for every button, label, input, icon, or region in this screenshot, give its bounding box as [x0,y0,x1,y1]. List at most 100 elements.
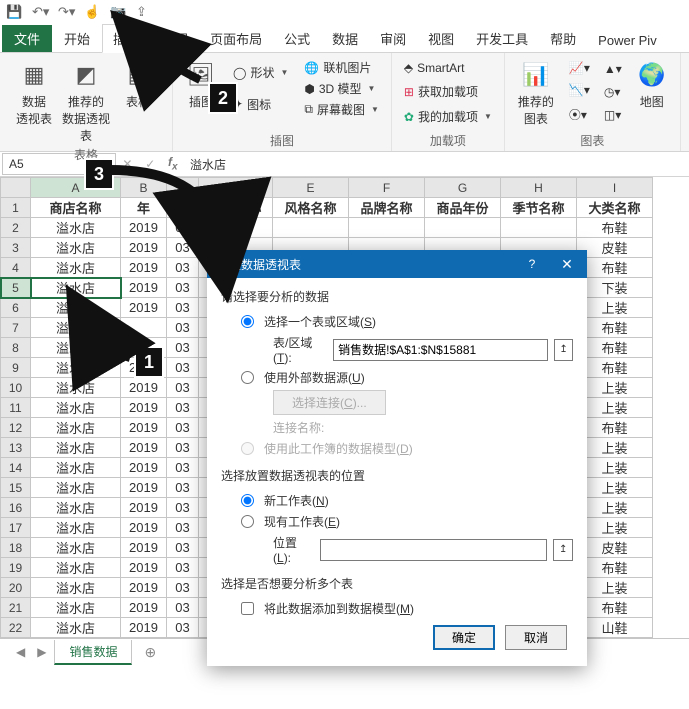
cell-I2[interactable]: 布鞋 [577,218,653,238]
redo-icon[interactable]: ↷▾ [58,4,74,20]
cell-B15[interactable]: 2019 [121,478,167,498]
cell-B16[interactable]: 2019 [121,498,167,518]
radio-external-source[interactable] [241,371,254,384]
location-collapse-button[interactable]: ↥ [553,539,573,561]
cell-A4[interactable]: 溢水店 [31,258,121,278]
cell-I7[interactable]: 布鞋 [577,318,653,338]
chart-type-3[interactable]: ⦿▾ [565,104,594,125]
online-pictures-button[interactable]: 🌐联机图片 [300,57,383,78]
undo-icon[interactable]: ↶▾ [32,4,48,20]
smartart-button[interactable]: ⬘SmartArt [400,59,496,77]
cell-A19[interactable]: 溢水店 [31,558,121,578]
tab-file[interactable]: 文件 [2,25,52,52]
dialog-title-bar[interactable]: 创建数据透视表 ? ✕ [207,250,587,278]
table-button[interactable]: ▤ 表格 [112,57,164,144]
cell-C17[interactable]: 03 [167,518,199,538]
row-header-13[interactable]: 13 [1,438,31,458]
cell-C21[interactable]: 03 [167,598,199,618]
cell-C5[interactable]: 03 [167,278,199,298]
select-all-corner[interactable] [1,178,31,198]
tab-home[interactable]: 开始 [54,25,100,52]
cell-B17[interactable]: 2019 [121,518,167,538]
tab-developer[interactable]: 开发工具 [466,25,538,52]
row-header-6[interactable]: 6 [1,298,31,318]
cell-H2[interactable] [501,218,577,238]
recommended-charts-button[interactable]: 📊 推荐的 图表 [513,57,559,127]
header-cell[interactable]: 月 [167,198,199,218]
row-header-14[interactable]: 14 [1,458,31,478]
cell-C4[interactable]: 03 [167,258,199,278]
chart-type-1[interactable]: 📈▾ [565,59,594,77]
cell-A18[interactable]: 溢水店 [31,538,121,558]
cell-B21[interactable]: 2019 [121,598,167,618]
cell-E2[interactable] [273,218,349,238]
cell-C7[interactable]: 03 [167,318,199,338]
cell-C3[interactable]: 03 [167,238,199,258]
row-header-22[interactable]: 22 [1,618,31,638]
tab-formulas[interactable]: 公式 [274,25,320,52]
cell-G2[interactable] [425,218,501,238]
cell-I18[interactable]: 皮鞋 [577,538,653,558]
cell-A3[interactable]: 溢水店 [31,238,121,258]
cell-B19[interactable]: 2019 [121,558,167,578]
row-header-10[interactable]: 10 [1,378,31,398]
cell-C18[interactable]: 03 [167,538,199,558]
row-header-20[interactable]: 20 [1,578,31,598]
cell-C8[interactable]: 03 [167,338,199,358]
cell-A17[interactable]: 溢水店 [31,518,121,538]
tab-help[interactable]: 帮助 [540,25,586,52]
range-input[interactable] [333,339,548,361]
tab-page-layout[interactable]: 页面布局 [200,25,272,52]
cell-I4[interactable]: 布鞋 [577,258,653,278]
cell-A15[interactable]: 溢水店 [31,478,121,498]
cell-B13[interactable]: 2019 [121,438,167,458]
cell-A21[interactable]: 溢水店 [31,598,121,618]
sheet-nav-prev[interactable]: ◀ [12,645,29,659]
cell-B20[interactable]: 2019 [121,578,167,598]
chart-type-4[interactable]: ▲▾ [600,60,626,78]
col-header-H[interactable]: H [501,178,577,198]
chart-type-5[interactable]: ◷▾ [600,83,626,101]
sheet-nav-next[interactable]: ▶ [33,645,50,659]
cell-B11[interactable]: 2019 [121,398,167,418]
cell-A22[interactable]: 溢水店 [31,618,121,638]
add-sheet-button[interactable]: ⊕ [136,644,164,661]
cell-I12[interactable]: 布鞋 [577,418,653,438]
cell-I6[interactable]: 上装 [577,298,653,318]
shapes-button[interactable]: ◯形状▼ [229,62,292,83]
chart-type-6[interactable]: ◫▾ [600,106,626,124]
cell-I21[interactable]: 布鞋 [577,598,653,618]
row-header-5[interactable]: 5 [1,278,31,298]
cell-C20[interactable]: 03 [167,578,199,598]
location-input[interactable] [320,539,547,561]
icons-button[interactable]: ✦图标 [229,94,292,115]
row-header-1[interactable]: 1 [1,198,31,218]
dialog-close-button[interactable]: ✕ [547,250,587,278]
row-header-3[interactable]: 3 [1,238,31,258]
cell-B2[interactable]: 2019 [121,218,167,238]
header-cell[interactable]: 商店名称 [31,198,121,218]
tab-insert[interactable]: 插入 [102,24,150,53]
tab-draw[interactable]: 绘图 [152,25,198,52]
cell-C10[interactable]: 03 [167,378,199,398]
cell-A11[interactable]: 溢水店 [31,398,121,418]
row-header-11[interactable]: 11 [1,398,31,418]
cell-A6[interactable]: 溢水店 [31,298,121,318]
cell-A9[interactable]: 溢水店 [31,358,121,378]
col-header-B[interactable]: B [121,178,167,198]
fx-icon[interactable]: fx [168,155,178,172]
cell-I13[interactable]: 上装 [577,438,653,458]
col-header-F[interactable]: F [349,178,425,198]
cell-B12[interactable]: 2019 [121,418,167,438]
dialog-help-button[interactable]: ? [517,250,547,278]
header-cell[interactable]: 大类名称 [577,198,653,218]
col-header-I[interactable]: I [577,178,653,198]
header-cell[interactable]: 年 [121,198,167,218]
radio-new-sheet[interactable] [241,494,254,507]
row-header-21[interactable]: 21 [1,598,31,618]
cell-C16[interactable]: 03 [167,498,199,518]
chart-type-2[interactable]: 📉▾ [565,81,594,99]
row-header-17[interactable]: 17 [1,518,31,538]
cell-C13[interactable]: 03 [167,438,199,458]
checkbox-add-datamodel[interactable] [241,602,254,615]
